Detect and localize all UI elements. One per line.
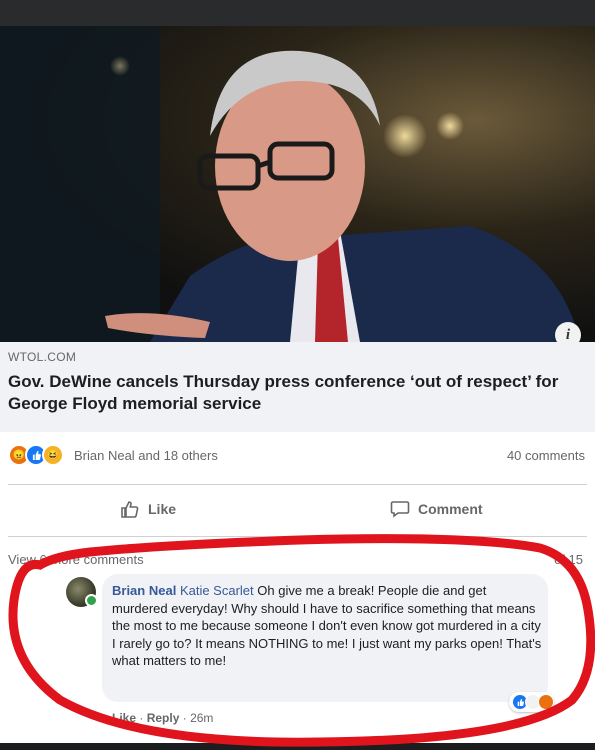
comment-tagged-user[interactable]: Katie Scarlet: [180, 583, 254, 598]
reactions-row: 😠 😆 Brian Neal and 18 others 40 comments: [0, 432, 595, 476]
divider: [8, 484, 587, 485]
comment-actions: Like · Reply · 26m: [112, 711, 213, 725]
like-label: Like: [148, 501, 177, 517]
comment-author[interactable]: Brian Neal: [112, 583, 176, 598]
comment-body: Brian Neal Katie Scarlet Oh give me a br…: [112, 582, 542, 670]
comment-like-link[interactable]: Like: [112, 711, 136, 725]
view-more-comments-link[interactable]: View 6 more comments: [8, 552, 144, 567]
angry-icon: [538, 694, 554, 710]
comment-bubble: Brian Neal Katie Scarlet Oh give me a br…: [102, 574, 554, 712]
comment-label: Comment: [418, 501, 483, 517]
comment-reactions[interactable]: [509, 692, 554, 712]
separator: ·: [139, 711, 144, 725]
reaction-icons[interactable]: 😠 😆: [8, 444, 64, 466]
comment-reply-link[interactable]: Reply: [147, 711, 180, 725]
separator: ·: [182, 711, 187, 725]
reaction-names[interactable]: Brian Neal and 18 others: [74, 448, 218, 463]
like-button[interactable]: Like: [120, 492, 176, 526]
link-preview[interactable]: WTOL.COM Gov. DeWine cancels Thursday pr…: [0, 342, 595, 432]
comment-page-count: of 15: [554, 552, 583, 567]
comment-text: Oh give me a break! People die and get m…: [112, 583, 542, 668]
comment-button[interactable]: Comment: [390, 492, 483, 526]
comments-count[interactable]: 40 comments: [507, 448, 585, 463]
link-source: WTOL.COM: [8, 350, 77, 364]
bottom-strip: [0, 743, 595, 750]
comment-icon: [390, 501, 410, 518]
top-bar: [0, 0, 595, 26]
divider: [8, 536, 587, 537]
info-icon[interactable]: i: [555, 322, 581, 342]
haha-icon: 😆: [42, 444, 64, 466]
article-photo[interactable]: i: [0, 26, 595, 342]
avatar[interactable]: [66, 577, 98, 607]
thumbs-up-icon: [121, 501, 139, 518]
comment-timestamp[interactable]: 26m: [190, 711, 213, 725]
governor-photo-image: [0, 26, 580, 342]
link-headline[interactable]: Gov. DeWine cancels Thursday press confe…: [8, 371, 568, 415]
post-card: WTOL.COM Gov. DeWine cancels Thursday pr…: [0, 342, 595, 750]
online-status-icon: [85, 594, 98, 607]
